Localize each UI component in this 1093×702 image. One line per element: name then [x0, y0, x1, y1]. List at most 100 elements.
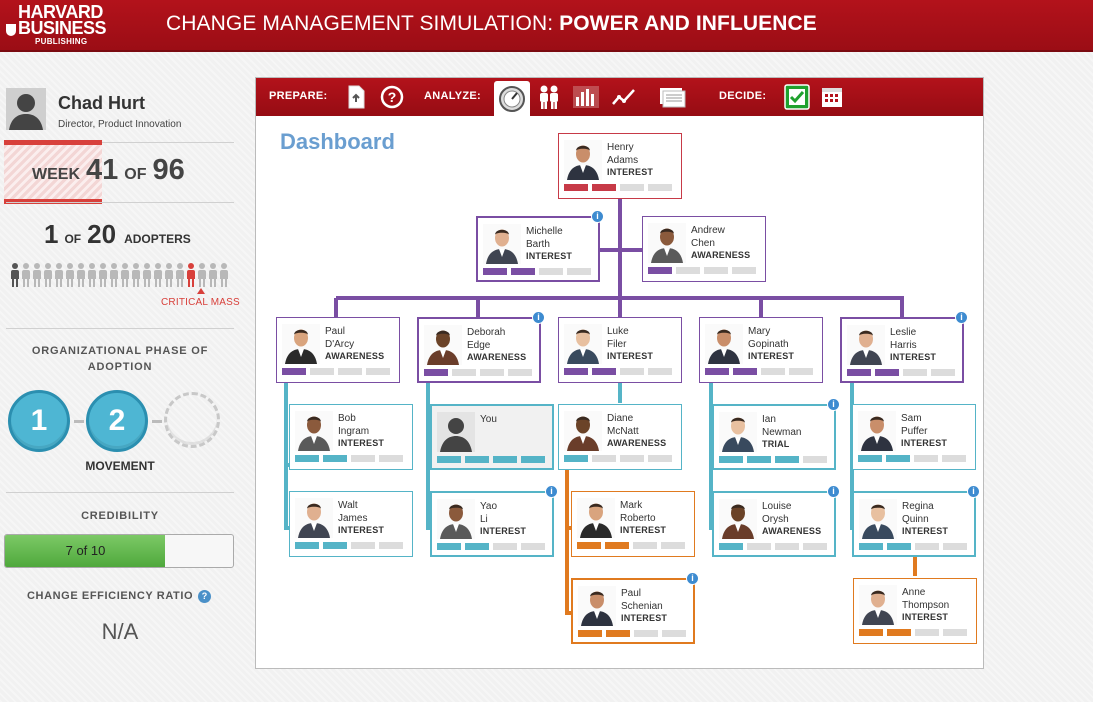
person-status: INTEREST: [748, 351, 795, 361]
user-name: Chad Hurt: [58, 93, 145, 113]
person-photo: [705, 324, 743, 364]
adopter-figure-icon: [76, 263, 86, 287]
adoption-level-segment: [424, 369, 448, 376]
person-card-walt[interactable]: Walt James INTEREST: [289, 491, 413, 557]
harvard-business-publishing-logo: HARVARD BUSINESS PUBLISHING: [6, 3, 112, 46]
info-icon[interactable]: i: [545, 485, 558, 498]
adoption-level-segment: [943, 629, 967, 636]
adoption-level-segment: [761, 368, 785, 375]
person-card-regina[interactable]: Regina Quinn INTEREST i: [852, 485, 980, 557]
adoption-level-segment: [676, 267, 700, 274]
adopter-figure-icon: [109, 263, 119, 287]
person-card-paul-s[interactable]: Paul Schenian INTEREST i: [571, 572, 699, 644]
adopter-figure-icon: [98, 263, 108, 287]
phase-2-circle: 2: [86, 390, 148, 452]
person-name: Henry Adams: [607, 142, 639, 166]
adoption-level-segment: [942, 455, 966, 462]
adoption-level-bar: [705, 368, 813, 375]
person-status: INTEREST: [902, 526, 949, 536]
adoption-level-segment: [295, 455, 319, 462]
phase-1-circle: 1: [8, 390, 70, 452]
person-name: Yao Li: [480, 501, 498, 525]
adoption-level-segment: [282, 368, 306, 375]
person-photo: [858, 411, 896, 451]
adoption-level-segment: [903, 369, 927, 376]
adoption-level-segment: [578, 630, 602, 637]
person-photo: [282, 324, 320, 364]
person-name: Leslie Harris: [890, 327, 917, 351]
person-card-sam[interactable]: Sam Puffer INTEREST: [852, 404, 976, 470]
info-icon[interactable]: i: [955, 311, 968, 324]
person-name: You: [480, 414, 497, 425]
adoption-level-segment: [858, 455, 882, 462]
info-icon[interactable]: i: [967, 485, 980, 498]
adoption-level-bar: [648, 267, 756, 274]
person-card-luke[interactable]: Luke Filer INTEREST: [558, 317, 682, 383]
adopter-figure-icon: [164, 263, 174, 287]
info-icon[interactable]: i: [827, 485, 840, 498]
person-card-louise[interactable]: Louise Orysh AWARENESS i: [712, 485, 840, 557]
adoption-level-segment: [539, 268, 563, 275]
person-photo: [483, 224, 521, 264]
adoption-level-bar: [564, 368, 672, 375]
adoption-level-segment: [803, 543, 827, 550]
person-card-bob[interactable]: Bob Ingram INTEREST: [289, 404, 413, 470]
user-avatar: [6, 88, 46, 130]
adoption-level-segment: [620, 368, 644, 375]
adoption-level-segment: [803, 456, 827, 463]
adoption-level-bar: [577, 542, 685, 549]
person-card-andrew[interactable]: Andrew Chen AWARENESS: [642, 216, 766, 282]
person-status: INTEREST: [607, 167, 654, 177]
person-card-anne[interactable]: Anne Thompson INTEREST: [853, 578, 977, 644]
adoption-level-segment: [732, 267, 756, 274]
person-status: INTEREST: [338, 525, 385, 535]
adoption-level-segment: [564, 184, 588, 191]
adoption-level-bar: [437, 456, 545, 463]
person-card-deborah[interactable]: Deborah Edge AWARENESS i: [417, 311, 545, 383]
person-card-henry[interactable]: Henry Adams INTEREST: [558, 133, 682, 199]
person-card-mary[interactable]: Mary Gopinath INTEREST: [699, 317, 823, 383]
person-card-ian[interactable]: Ian Newman TRIAL i: [712, 398, 840, 470]
adoption-level-segment: [859, 629, 883, 636]
adoption-level-segment: [521, 543, 545, 550]
person-status: INTEREST: [620, 525, 667, 535]
adoption-level-segment: [747, 456, 771, 463]
person-photo: [578, 586, 616, 626]
info-icon[interactable]: i: [827, 398, 840, 411]
person-card-you[interactable]: You: [430, 404, 554, 470]
person-card-michelle[interactable]: Michelle Barth INTEREST i: [476, 210, 604, 282]
adoption-level-segment: [886, 455, 910, 462]
adoption-level-segment: [437, 456, 461, 463]
person-card-yao[interactable]: Yao Li INTEREST i: [430, 485, 558, 557]
adoption-level-segment: [483, 268, 507, 275]
person-name: Andrew Chen: [691, 225, 725, 249]
adoption-level-bar: [437, 543, 545, 550]
adoption-level-bar: [295, 455, 403, 462]
person-status: AWARENESS: [762, 526, 822, 536]
adoption-level-segment: [592, 184, 616, 191]
adoption-level-segment: [620, 184, 644, 191]
person-photo: [437, 499, 475, 539]
info-icon[interactable]: i: [591, 210, 604, 223]
adoption-level-bar: [483, 268, 591, 275]
person-card-mark[interactable]: Mark Roberto INTEREST: [571, 491, 695, 557]
person-status: INTEREST: [607, 351, 654, 361]
adoption-level-segment: [592, 455, 616, 462]
person-card-diane[interactable]: Diane McNatt AWARENESS: [558, 404, 682, 470]
adopter-figure-icon: [87, 263, 97, 287]
help-icon[interactable]: ?: [198, 590, 211, 603]
adoption-level-segment: [775, 456, 799, 463]
critical-mass-marker-icon: [197, 288, 205, 294]
adoption-level-segment: [338, 368, 362, 375]
person-card-leslie[interactable]: Leslie Harris INTEREST i: [840, 311, 968, 383]
person-card-paul-d[interactable]: Paul D'Arcy AWARENESS: [276, 317, 400, 383]
adopter-figure-icon: [43, 263, 53, 287]
info-icon[interactable]: i: [532, 311, 545, 324]
person-photo: [648, 223, 686, 263]
adoption-level-segment: [295, 542, 319, 549]
adoption-level-segment: [915, 543, 939, 550]
adoption-level-segment: [719, 456, 743, 463]
adopter-figure-icon: [153, 263, 163, 287]
info-icon[interactable]: i: [686, 572, 699, 585]
person-photo: [564, 140, 602, 180]
